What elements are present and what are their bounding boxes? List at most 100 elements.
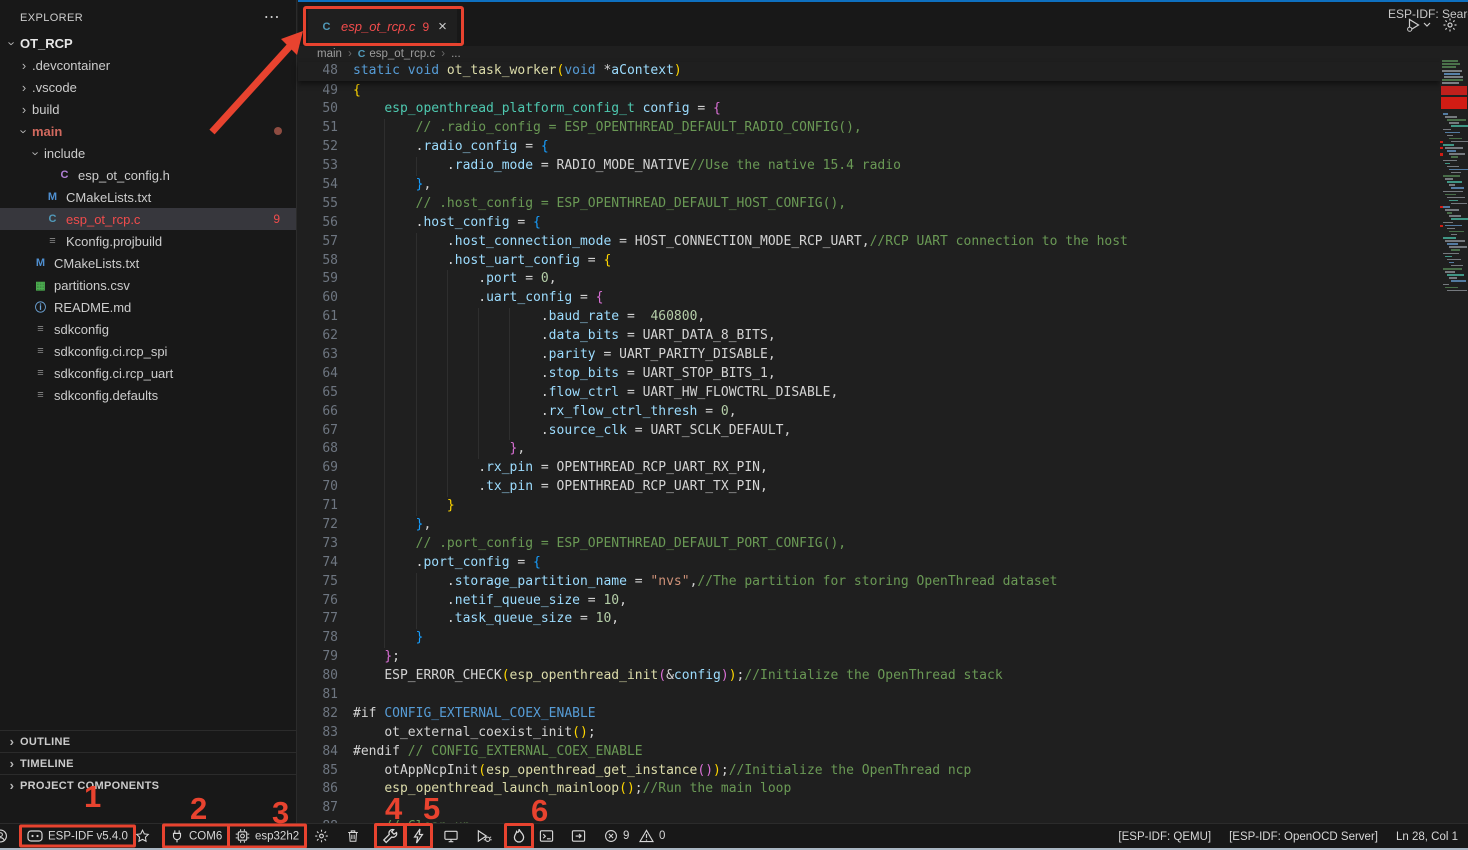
minimap-line bbox=[1449, 262, 1454, 264]
panel-timeline[interactable]: ›TIMELINE bbox=[0, 752, 297, 774]
sticky-scroll-line[interactable]: 48static void ot_task_worker(void *aCont… bbox=[298, 62, 1440, 81]
c-purple-file-icon: C bbox=[56, 169, 73, 181]
minimap-line bbox=[1442, 66, 1456, 68]
indent-guide bbox=[384, 308, 385, 327]
status-item-warnings[interactable]: 0 bbox=[636, 827, 668, 845]
status-right-item-0[interactable]: [ESP-IDF: QEMU] bbox=[1118, 831, 1211, 843]
breadcrumb-file[interactable]: esp_ot_rcp.c bbox=[369, 48, 435, 60]
tree-item-kconfig-projbuild[interactable]: ≡Kconfig.projbuild bbox=[0, 230, 296, 252]
indent-guide bbox=[384, 403, 385, 422]
indent-guide bbox=[416, 270, 417, 289]
chevron-icon: › bbox=[16, 58, 32, 73]
indent-guide bbox=[384, 252, 385, 271]
line-number: 49 bbox=[298, 82, 353, 101]
status-item-serial-port[interactable]: COM6 bbox=[162, 824, 230, 849]
status-item-build-flash-monitor[interactable] bbox=[504, 823, 534, 849]
tree-item-main[interactable]: ›main bbox=[0, 120, 296, 142]
minimap-line bbox=[1443, 222, 1453, 224]
status-item-menuconfig[interactable] bbox=[311, 827, 332, 846]
panel-project-components[interactable]: ›PROJECT COMPONENTS bbox=[0, 774, 297, 796]
minimap-line bbox=[1451, 249, 1460, 251]
tree-item-ot-rcp[interactable]: ›OT_RCP bbox=[0, 32, 296, 54]
breadcrumb-more[interactable]: ... bbox=[451, 48, 461, 60]
status-right-item-2[interactable]: Ln 28, Col 1 bbox=[1396, 831, 1458, 843]
status-item-debug[interactable] bbox=[472, 827, 495, 846]
list-file-icon: ≡ bbox=[32, 367, 49, 379]
annotation-number-2: 2 bbox=[190, 791, 207, 827]
code-line-72: 72 }, bbox=[298, 516, 1468, 535]
tree-item-sdkconfig-ci-rcp-spi[interactable]: ≡sdkconfig.ci.rcp_spi bbox=[0, 340, 296, 362]
code-line-61: 61 .baud_rate = 460800, bbox=[298, 308, 1468, 327]
tree-item-esp-ot-config-h[interactable]: Cesp_ot_config.h bbox=[0, 164, 296, 186]
minimap-line bbox=[1449, 153, 1465, 155]
minimap-line bbox=[1445, 116, 1457, 118]
tree-item-esp-ot-rcp-c[interactable]: Cesp_ot_rcp.c9 bbox=[0, 208, 296, 230]
indent-guide bbox=[384, 270, 385, 289]
panel-outline[interactable]: ›OUTLINE bbox=[0, 730, 297, 752]
code-line-54: 54 }, bbox=[298, 176, 1468, 195]
status-item-full-clean[interactable] bbox=[343, 827, 363, 846]
indent-guide bbox=[384, 535, 385, 554]
code-area[interactable]: 49{50 esp_openthread_platform_config_t c… bbox=[298, 82, 1468, 824]
code-text: #endif // CONFIG_EXTERNAL_COEX_ENABLE bbox=[353, 743, 643, 762]
status-right-item-1[interactable]: [ESP-IDF: OpenOCD Server] bbox=[1229, 831, 1378, 843]
status-item-star[interactable] bbox=[132, 827, 153, 846]
code-text: .port = 0, bbox=[353, 270, 557, 289]
indent-guide bbox=[384, 610, 385, 629]
status-item-label: 9 bbox=[623, 830, 629, 842]
code-line-83: 83 ot_external_coexist_init(); bbox=[298, 724, 1468, 743]
tree-item-partitions-csv[interactable]: ▦partitions.csv bbox=[0, 274, 296, 296]
tree-item-include[interactable]: ›include bbox=[0, 142, 296, 164]
minimap[interactable] bbox=[1440, 56, 1468, 346]
tree-item--devcontainer[interactable]: ›.devcontainer bbox=[0, 54, 296, 76]
status-item-errors[interactable]: 9 bbox=[601, 827, 632, 845]
tree-item-label: build bbox=[32, 102, 59, 117]
breadcrumb-folder[interactable]: main bbox=[317, 48, 342, 60]
minimap-line bbox=[1447, 166, 1459, 168]
close-icon[interactable]: × bbox=[438, 18, 447, 35]
status-item-monitor[interactable] bbox=[440, 827, 462, 846]
indent-guide bbox=[447, 365, 448, 384]
tree-item-label: main bbox=[32, 124, 62, 139]
minimap-line bbox=[1445, 132, 1460, 134]
status-item-espidf-version[interactable]: ESP-IDF v5.4.0 bbox=[19, 825, 136, 848]
code-line-85: 85 otAppNcpInit(esp_openthread_get_insta… bbox=[298, 762, 1468, 781]
indent-guide bbox=[447, 346, 448, 365]
line-number: 59 bbox=[298, 270, 353, 289]
tree-item-cmakelists-txt[interactable]: MCMakeLists.txt bbox=[0, 252, 296, 274]
tree-item-sdkconfig-ci-rcp-uart[interactable]: ≡sdkconfig.ci.rcp_uart bbox=[0, 362, 296, 384]
minimap-line bbox=[1447, 243, 1458, 245]
tree-item-label: README.md bbox=[54, 300, 131, 315]
line-number: 64 bbox=[298, 365, 353, 384]
indent-guide bbox=[478, 384, 479, 403]
line-number: 74 bbox=[298, 554, 353, 573]
code-text: .uart_config = { bbox=[353, 289, 603, 308]
code-text: } bbox=[353, 497, 455, 516]
chevron-right-icon: › bbox=[441, 48, 445, 60]
status-item-terminal[interactable] bbox=[536, 827, 557, 846]
code-text: ot_external_coexist_init(); bbox=[353, 724, 596, 743]
more-actions-icon[interactable]: ⋯ bbox=[264, 14, 280, 22]
line-number: 77 bbox=[298, 610, 353, 629]
tab-esp-ot-rcp[interactable]: C esp_ot_rcp.c 9 × bbox=[308, 8, 457, 45]
tree-item-cmakelists-txt[interactable]: MCMakeLists.txt bbox=[0, 186, 296, 208]
table-file-icon: ▦ bbox=[32, 279, 49, 292]
editor-group[interactable]: C esp_ot_rcp.c 9 × ESP-IDF: Search Err m… bbox=[298, 0, 1468, 823]
indent-guide bbox=[384, 459, 385, 478]
indent-guide bbox=[447, 422, 448, 441]
minimap-line bbox=[1443, 175, 1460, 177]
annotation-number-5: 5 bbox=[423, 791, 440, 827]
tree-item--vscode[interactable]: ›.vscode bbox=[0, 76, 296, 98]
tree-item-sdkconfig[interactable]: ≡sdkconfig bbox=[0, 318, 296, 340]
tree-item-readme-md[interactable]: ⓘREADME.md bbox=[0, 296, 296, 318]
status-item-open-idf-terminal[interactable] bbox=[568, 827, 589, 846]
tree-item-sdkconfig-defaults[interactable]: ≡sdkconfig.defaults bbox=[0, 384, 296, 406]
status-item-device-target[interactable]: esp32h2 bbox=[227, 824, 307, 849]
code-text: .source_clk = UART_SCLK_DEFAULT, bbox=[353, 422, 791, 441]
code-text: }, bbox=[353, 516, 431, 535]
code-line-73: 73 // .port_config = ESP_OPENTHREAD_DEFA… bbox=[298, 535, 1468, 554]
espidf-search-label[interactable]: ESP-IDF: Search Err bbox=[1388, 7, 1468, 21]
tree-item-build[interactable]: ›build bbox=[0, 98, 296, 120]
status-item-account[interactable] bbox=[0, 827, 11, 846]
indent-guide bbox=[478, 346, 479, 365]
